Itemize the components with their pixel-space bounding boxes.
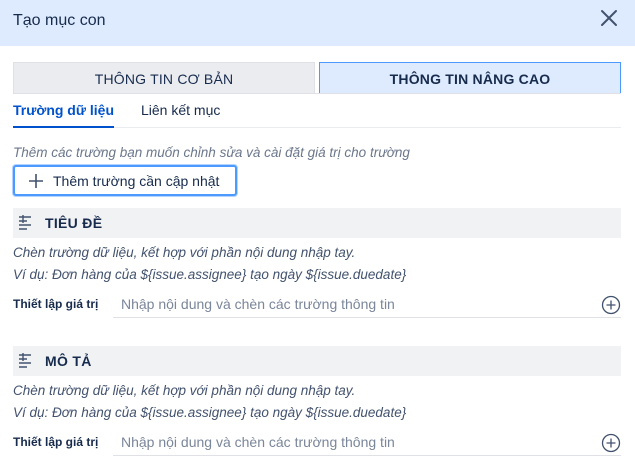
section-title-name: TIÊU ĐỀ <box>45 215 103 231</box>
subtab-data-fields[interactable]: Trường dữ liệu <box>13 102 115 128</box>
section-description-name: MÔ TẢ <box>45 353 92 369</box>
add-field-button[interactable]: Thêm trường cần cập nhật <box>13 165 237 196</box>
section-title-placeholder: Nhập nội dung và chèn các trường thông t… <box>121 296 395 312</box>
add-field-button-label: Thêm trường cần cập nhật <box>53 173 220 189</box>
section-description-example: Ví dụ: Đơn hàng của ${issue.assignee} tạ… <box>13 405 407 420</box>
subtab-bar: Trường dữ liệu Liên kết mục <box>13 100 621 128</box>
tab-bar: THÔNG TIN CƠ BẢN THÔNG TIN NÂNG CAO <box>13 62 621 94</box>
close-icon[interactable] <box>597 6 621 30</box>
section-description-desc: Chèn trường dữ liệu, kết hợp với phần nộ… <box>13 383 356 398</box>
plus-circle-icon[interactable] <box>601 433 621 453</box>
section-description-field-label: Thiết lập giá trị <box>13 435 99 449</box>
section-title-header: TIÊU ĐỀ <box>13 208 621 238</box>
dialog-header: Tạo mục con <box>0 0 635 46</box>
dialog-title: Tạo mục con <box>13 12 106 29</box>
section-description-placeholder: Nhập nội dung và chèn các trường thông t… <box>121 434 395 450</box>
subtab-linked-items[interactable]: Liên kết mục <box>141 102 220 126</box>
section-description-header: MÔ TẢ <box>13 346 621 376</box>
tab-basic-info[interactable]: THÔNG TIN CƠ BẢN <box>13 62 315 94</box>
section-title-desc: Chèn trường dữ liệu, kết hợp với phần nộ… <box>13 245 356 260</box>
fields-hint: Thêm các trường bạn muốn chỉnh sửa và cà… <box>13 145 410 160</box>
plus-circle-icon[interactable] <box>601 295 621 315</box>
section-title-field-label: Thiết lập giá trị <box>13 297 99 311</box>
tab-divider <box>13 93 621 94</box>
section-title-example: Ví dụ: Đơn hàng của ${issue.assignee} tạ… <box>13 267 407 282</box>
section-title-value-input[interactable]: Nhập nội dung và chèn các trường thông t… <box>113 292 621 318</box>
section-description-value-input[interactable]: Nhập nội dung và chèn các trường thông t… <box>113 430 621 456</box>
text-lines-icon <box>18 214 36 232</box>
tab-advanced-info[interactable]: THÔNG TIN NÂNG CAO <box>319 62 621 94</box>
plus-icon <box>28 173 44 189</box>
text-lines-icon <box>18 352 36 370</box>
